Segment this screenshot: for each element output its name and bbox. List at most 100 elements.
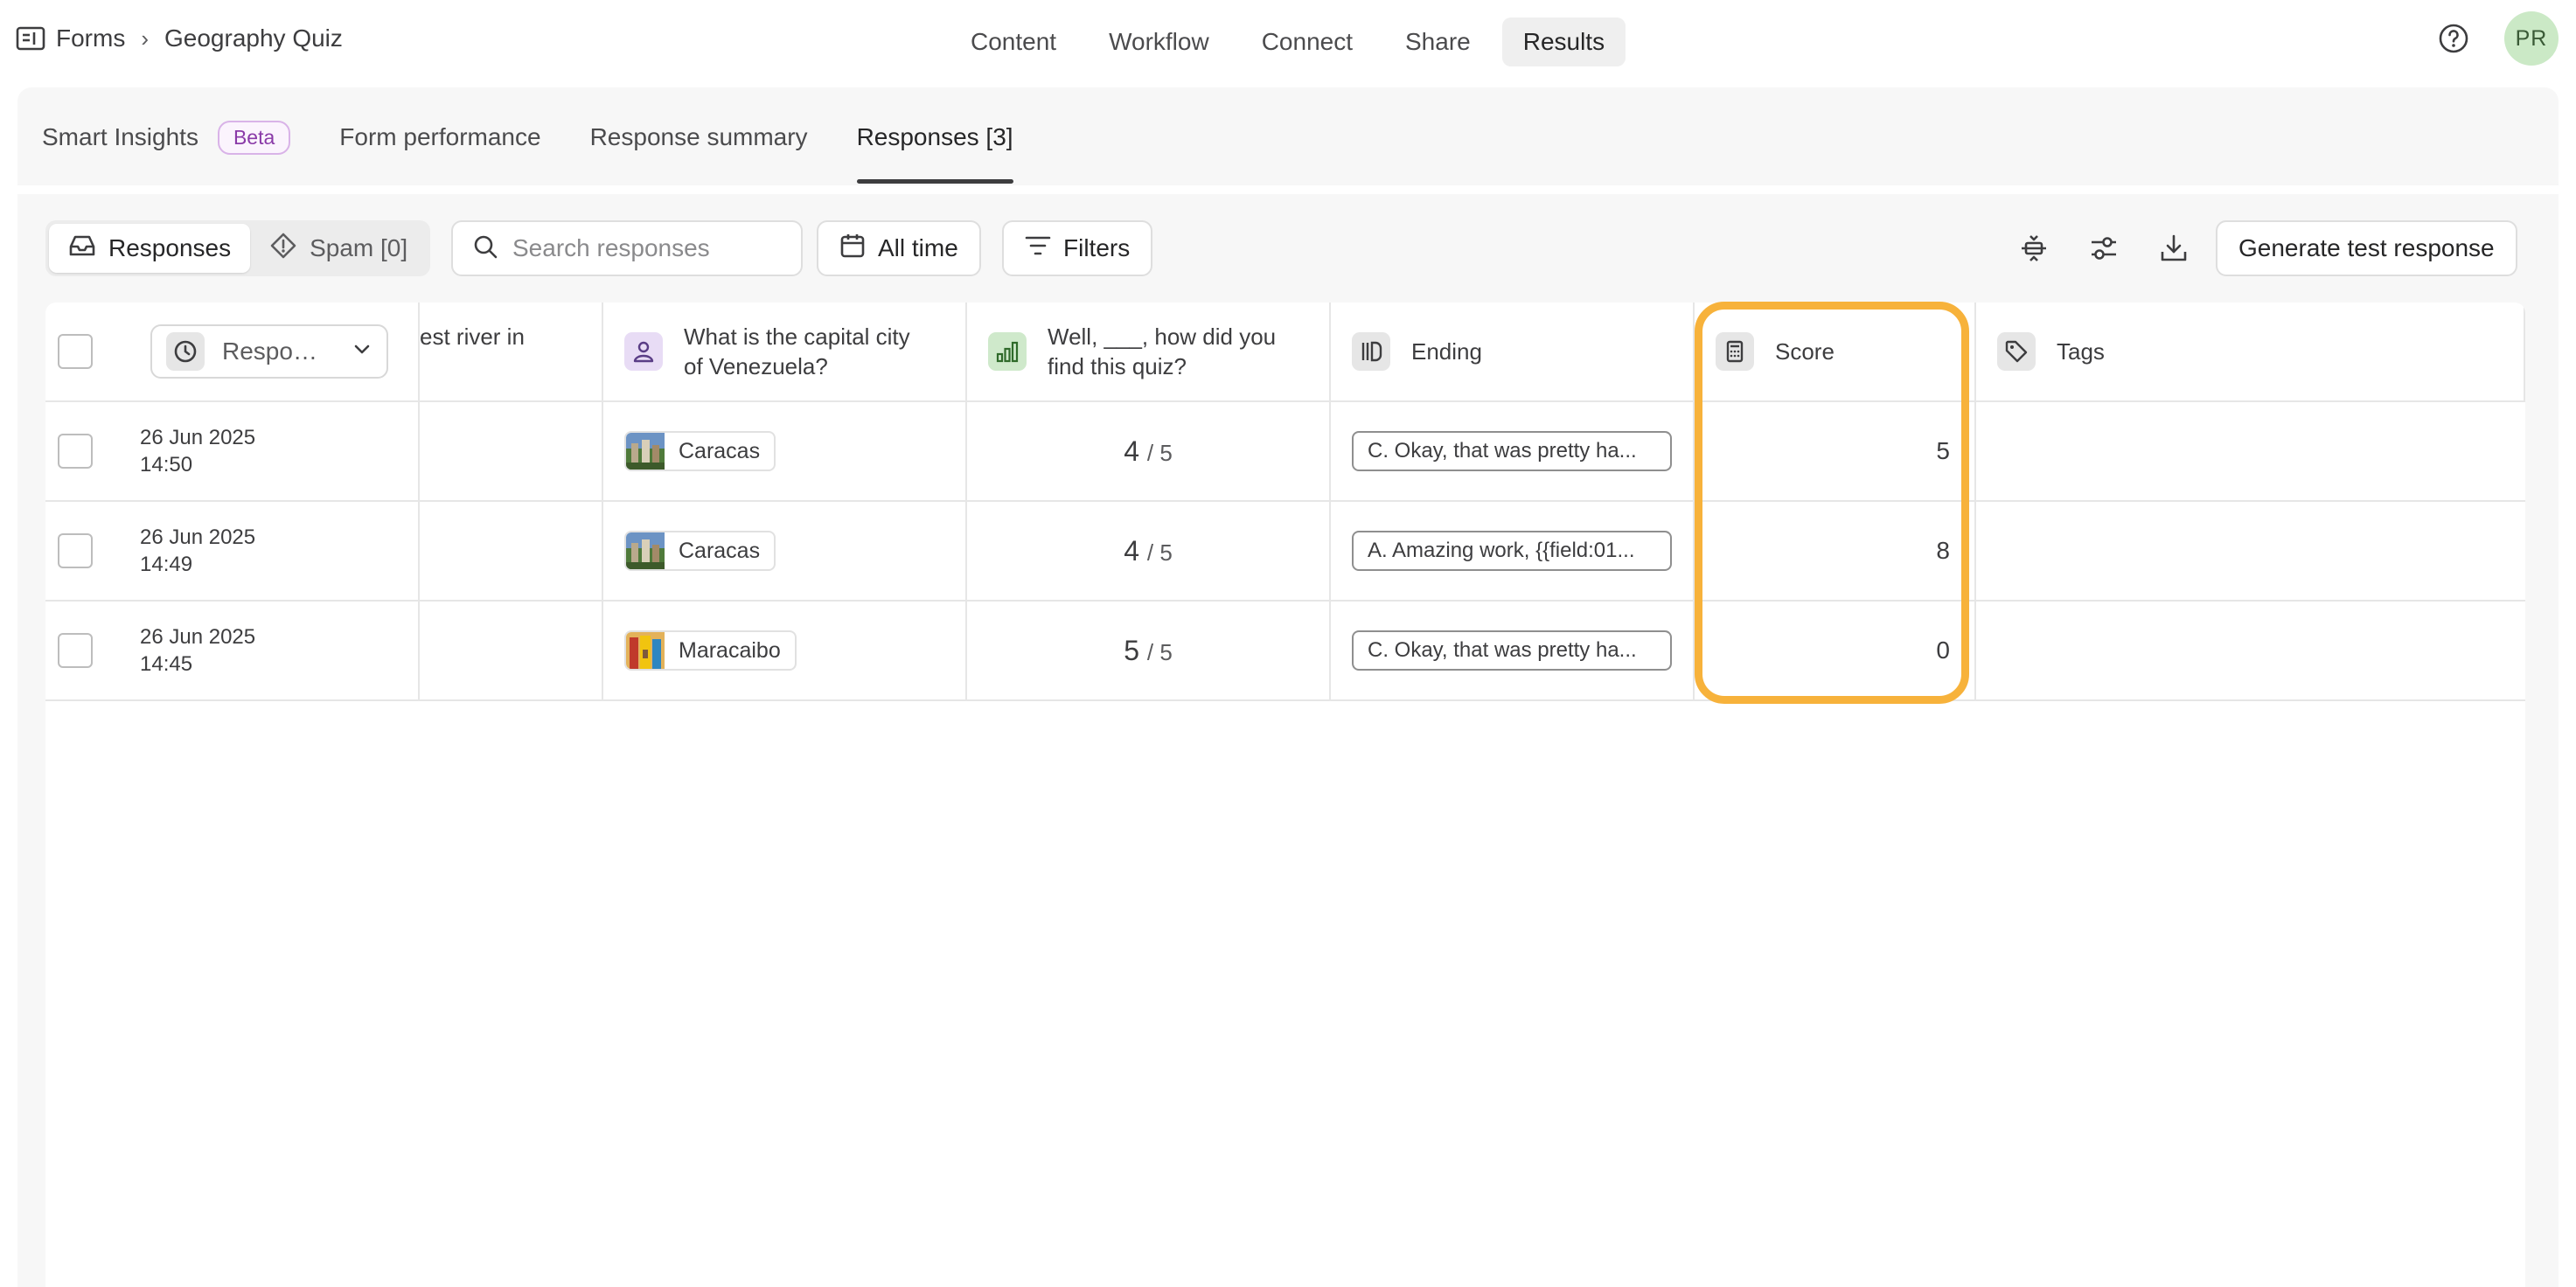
settings-sliders-icon[interactable] xyxy=(2086,231,2121,266)
calendar-icon xyxy=(839,233,866,265)
row-density-icon[interactable] xyxy=(2016,231,2051,266)
download-icon[interactable] xyxy=(2156,231,2191,266)
help-icon[interactable] xyxy=(2436,21,2471,56)
caracas-thumbnail xyxy=(626,532,665,569)
table-row[interactable]: 26 Jun 2025 14:49 Caracas 4 / 5 A. Amazi… xyxy=(45,502,2525,602)
header-capital[interactable]: What is the capital city of Venezuela? xyxy=(603,303,967,400)
row-checkbox[interactable] xyxy=(58,533,93,568)
rating-score: 5 xyxy=(1124,634,1139,666)
row-select-cell xyxy=(45,602,105,699)
rating-value: 5 / 5 xyxy=(967,635,1329,667)
submitted-date: 26 Jun 2025 14:50 xyxy=(140,424,255,478)
rating-value: 4 / 5 xyxy=(967,535,1329,567)
spam-warning-icon xyxy=(269,232,297,266)
city-choice-chip: Caracas xyxy=(624,431,776,471)
header-river-label: est river in xyxy=(420,323,525,350)
submitted-date-day: 26 Jun 2025 xyxy=(140,525,256,549)
spam-toggle[interactable]: Spam [0] xyxy=(250,224,427,273)
select-all-checkbox[interactable] xyxy=(58,334,93,369)
capital-cell: Caracas xyxy=(603,402,967,500)
row-checkbox[interactable] xyxy=(58,434,93,469)
tags-cell[interactable] xyxy=(1976,502,2525,600)
river-cell xyxy=(420,602,603,699)
inbox-icon xyxy=(68,233,96,264)
tags-cell[interactable] xyxy=(1976,602,2525,699)
sort-column-select[interactable]: Respo… xyxy=(150,324,388,379)
chevron-down-icon xyxy=(352,337,372,365)
nav-workflow[interactable]: Workflow xyxy=(1088,17,1230,66)
top-bar: Forms › Geography Quiz Content Workflow … xyxy=(0,0,2576,77)
submitted-date-time: 14:50 xyxy=(140,453,193,477)
breadcrumb-current-form[interactable]: Geography Quiz xyxy=(164,24,343,52)
search-box xyxy=(451,220,803,276)
submitted-cell: 26 Jun 2025 14:50 xyxy=(105,402,420,500)
avatar[interactable]: PR xyxy=(2504,11,2559,66)
header-quiz-rating[interactable]: Well, ___, how did you find this quiz? xyxy=(967,303,1331,400)
row-checkbox[interactable] xyxy=(58,633,93,668)
beta-badge: Beta xyxy=(217,120,291,155)
breadcrumb-forms-link[interactable]: Forms xyxy=(56,24,125,52)
score-value: 0 xyxy=(1936,637,1950,664)
ending-chip: C. Okay, that was pretty ha... xyxy=(1352,630,1672,671)
clock-icon xyxy=(166,332,205,371)
header-capital-line1: What is the capital city xyxy=(684,323,910,350)
header-river[interactable]: est river in xyxy=(420,303,603,400)
search-icon xyxy=(472,233,498,264)
tag-icon xyxy=(1997,332,2036,371)
tab-form-performance[interactable]: Form performance xyxy=(339,91,540,184)
responses-toggle[interactable]: Responses xyxy=(49,224,251,273)
header-ending-label: Ending xyxy=(1411,338,1482,365)
caracas-thumbnail xyxy=(626,433,665,470)
nav-results[interactable]: Results xyxy=(1501,17,1626,66)
rating-scale-icon xyxy=(988,332,1027,371)
date-range-button[interactable]: All time xyxy=(817,220,981,276)
tab-smart-insights[interactable]: Smart Insights Beta xyxy=(42,91,291,184)
responses-table: Respo… est river in What is the capital … xyxy=(45,303,2525,1287)
breadcrumb-separator: › xyxy=(141,24,149,52)
ending-chip: C. Okay, that was pretty ha... xyxy=(1352,431,1672,471)
city-choice-chip: Caracas xyxy=(624,531,776,571)
tab-responses[interactable]: Responses [3] xyxy=(856,91,1013,184)
rating-max: / 5 xyxy=(1146,439,1173,466)
calculator-icon xyxy=(1716,332,1754,371)
score-cell: 8 xyxy=(1695,502,1976,600)
row-select-cell xyxy=(45,402,105,500)
ending-cell: A. Amazing work, {{field:01... xyxy=(1331,502,1695,600)
header-tags[interactable]: Tags xyxy=(1976,303,2525,400)
header-ending[interactable]: Ending xyxy=(1331,303,1695,400)
generate-test-response-button[interactable]: Generate test response xyxy=(2216,220,2517,276)
ending-icon xyxy=(1352,332,1390,371)
sort-column-label: Respo… xyxy=(222,337,317,365)
rating-cell: 4 / 5 xyxy=(967,402,1331,500)
city-choice-label: Maracaibo xyxy=(679,637,781,663)
rating-max: / 5 xyxy=(1146,638,1173,665)
select-all-cell xyxy=(45,303,105,400)
nav-share[interactable]: Share xyxy=(1384,17,1492,66)
header-score[interactable]: Score xyxy=(1695,303,1976,400)
picture-choice-icon xyxy=(624,332,663,371)
table-header: Respo… est river in What is the capital … xyxy=(45,303,2525,402)
river-cell xyxy=(420,502,603,600)
header-quiz-line1: Well, ___, how did you xyxy=(1048,323,1277,350)
tab-response-summary[interactable]: Response summary xyxy=(590,91,808,184)
submitted-date: 26 Jun 2025 14:49 xyxy=(140,524,255,578)
table-row[interactable]: 26 Jun 2025 14:50 Caracas 4 / 5 C. Okay,… xyxy=(45,402,2525,502)
row-select-cell xyxy=(45,502,105,600)
score-cell: 5 xyxy=(1695,402,1976,500)
header-quiz-label: Well, ___, how did you find this quiz? xyxy=(1048,322,1276,381)
filters-button[interactable]: Filters xyxy=(1002,220,1153,276)
submitted-date-day: 26 Jun 2025 xyxy=(140,426,256,449)
header-quiz-line2: find this quiz? xyxy=(1048,353,1187,379)
search-input[interactable] xyxy=(512,234,775,262)
header-submitted: Respo… xyxy=(105,303,420,400)
table-row[interactable]: 26 Jun 2025 14:45 Maracaibo 5 / 5 C. Oka… xyxy=(45,602,2525,701)
tags-cell[interactable] xyxy=(1976,402,2525,500)
nav-connect[interactable]: Connect xyxy=(1241,17,1374,66)
city-choice-label: Caracas xyxy=(679,438,761,463)
nav-content[interactable]: Content xyxy=(950,17,1077,66)
header-tags-label: Tags xyxy=(2057,338,2105,365)
responses-toggle-label: Responses xyxy=(108,234,232,261)
score-cell: 0 xyxy=(1695,602,1976,699)
rating-value: 4 / 5 xyxy=(967,435,1329,468)
filter-icon xyxy=(1025,234,1051,263)
